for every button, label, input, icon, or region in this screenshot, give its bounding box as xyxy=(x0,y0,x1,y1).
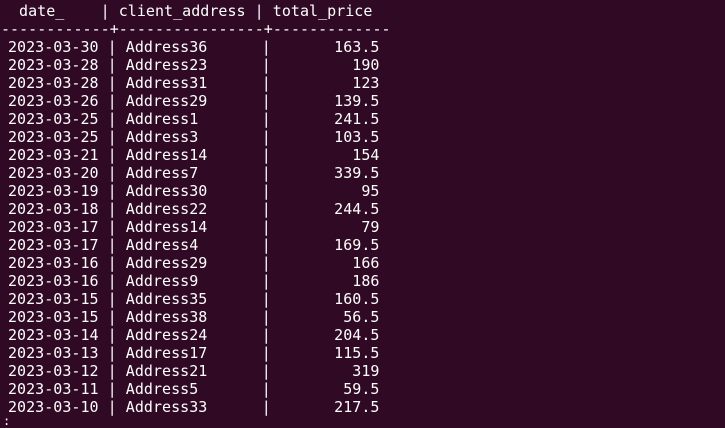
table-row: 2023-03-15 | Address35 | 160.5 xyxy=(8,290,380,308)
table-header: date_ | client_address | total_price xyxy=(10,2,373,20)
table-row: 2023-03-25 | Address3 | 103.5 xyxy=(8,128,380,146)
pager-prompt[interactable]: : xyxy=(3,415,10,427)
table-row: 2023-03-16 | Address9 | 186 xyxy=(8,272,380,290)
table-separator: ------------+----------------+----------… xyxy=(1,20,391,38)
table-row: 2023-03-25 | Address1 | 241.5 xyxy=(8,110,380,128)
table-row: 2023-03-13 | Address17 | 115.5 xyxy=(8,344,380,362)
table-row: 2023-03-28 | Address23 | 190 xyxy=(8,56,380,74)
table-row: 2023-03-10 | Address33 | 217.5 xyxy=(8,398,380,416)
table-row: 2023-03-20 | Address7 | 339.5 xyxy=(8,164,380,182)
terminal-window[interactable]: date_ | client_address | total_price ---… xyxy=(0,0,725,427)
table-row: 2023-03-12 | Address21 | 319 xyxy=(8,362,380,380)
table-row: 2023-03-14 | Address24 | 204.5 xyxy=(8,326,380,344)
table-row: 2023-03-16 | Address29 | 166 xyxy=(8,254,380,272)
table-row: 2023-03-26 | Address29 | 139.5 xyxy=(8,92,380,110)
table-row: 2023-03-18 | Address22 | 244.5 xyxy=(8,200,380,218)
table-row: 2023-03-15 | Address38 | 56.5 xyxy=(8,308,380,326)
table-row: 2023-03-21 | Address14 | 154 xyxy=(8,146,380,164)
table-row: 2023-03-28 | Address31 | 123 xyxy=(8,74,380,92)
table-row: 2023-03-17 | Address14 | 79 xyxy=(8,218,380,236)
table-row: 2023-03-19 | Address30 | 95 xyxy=(8,182,380,200)
table-row: 2023-03-17 | Address4 | 169.5 xyxy=(8,236,380,254)
table-row: 2023-03-11 | Address5 | 59.5 xyxy=(8,380,380,398)
table-row: 2023-03-30 | Address36 | 163.5 xyxy=(8,38,380,56)
